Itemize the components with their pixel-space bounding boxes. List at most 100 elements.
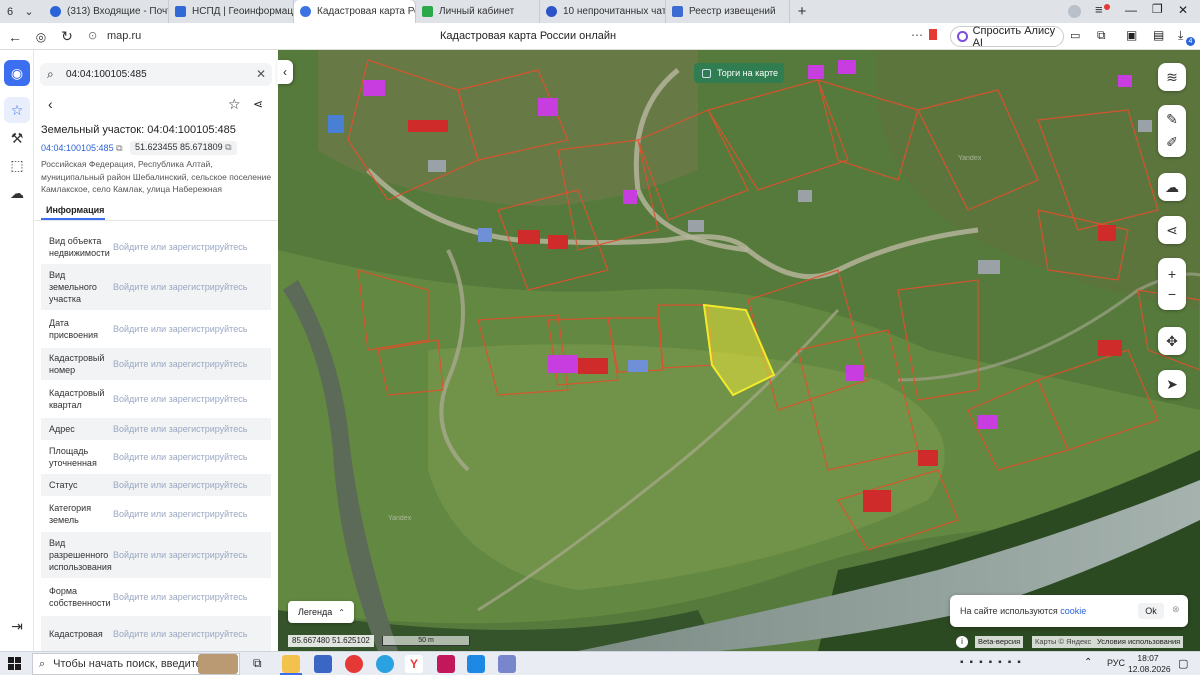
protect-icon[interactable]: ◎	[30, 23, 52, 50]
zoom-out-icon[interactable]: −	[1168, 286, 1176, 302]
login-link[interactable]: Войдите или зарегистрируйтесь	[113, 509, 247, 519]
login-link[interactable]: Войдите или зарегистрируйтесь	[113, 480, 247, 490]
tools-icon[interactable]: ⚒	[4, 125, 30, 151]
word-icon[interactable]	[314, 655, 332, 673]
legend-button[interactable]: Легенда ⌃	[288, 601, 354, 623]
logo-icon[interactable]: ◉	[4, 60, 30, 86]
map-canvas[interactable]: Yandex Yandex Торги на карте ≋ ✎ ✐ ☁ ⋖ +…	[278, 50, 1200, 651]
chats-favicon-icon	[546, 6, 557, 17]
yandex-browser-icon[interactable]	[345, 655, 363, 673]
cloud-icon[interactable]: ☁	[4, 180, 30, 206]
tab-cadastral-map[interactable]: Кадастровая карта Ро ✕	[294, 0, 416, 23]
search-input[interactable]: 04:04:100105:485	[66, 69, 147, 80]
tab-chats[interactable]: 10 непрочитанных чатов	[540, 0, 666, 23]
yandex-icon[interactable]: Y	[405, 655, 423, 673]
cad-number-link[interactable]: 04:04:100105:485 ⧉	[41, 143, 123, 154]
ruler-icon[interactable]: ✎	[1166, 111, 1178, 128]
satellite-map[interactable]: Yandex Yandex	[278, 50, 1200, 651]
url-text[interactable]: map.ru	[107, 30, 141, 42]
clock[interactable]: 18:07 12.08.2026	[1128, 653, 1171, 675]
login-link[interactable]: Войдите или зарегистрируйтесь	[113, 629, 247, 639]
new-tab-icon[interactable]: +	[790, 0, 814, 23]
share-icon[interactable]: ⋖	[253, 97, 263, 111]
auctions-checkbox[interactable]	[702, 68, 711, 78]
close-window-icon[interactable]: ✕	[1178, 3, 1188, 17]
edge-icon[interactable]	[376, 655, 394, 673]
upload-cloud-icon[interactable]: ☁	[1158, 173, 1186, 201]
notifications-icon[interactable]: ▢	[1178, 657, 1188, 670]
more-dots-icon[interactable]: ⋯	[911, 28, 923, 42]
pan-icon[interactable]: ✥	[1158, 327, 1186, 355]
login-link[interactable]: Войдите или зарегистрируйтесь	[113, 324, 247, 334]
login-link[interactable]: Войдите или зарегистрируйтесь	[113, 359, 247, 369]
login-link[interactable]: Войдите или зарегистрируйтесь	[113, 282, 247, 292]
address-bar: ← ◎ ↻ ⊙ map.ru Кадастровая карта России …	[0, 23, 1200, 50]
coords-chip[interactable]: 51.623455 85.671809 ⧉	[130, 141, 237, 155]
info-key: Статус	[49, 480, 78, 490]
tab-cabinet[interactable]: Личный кабинет	[416, 0, 540, 23]
tab-list-chevron-icon[interactable]: ⌄	[20, 0, 38, 23]
favorite-star-icon[interactable]: ☆	[228, 96, 241, 113]
tab-label: Кадастровая карта Ро	[317, 6, 416, 17]
minimize-icon[interactable]: —	[1125, 3, 1137, 17]
app-icon[interactable]	[437, 655, 455, 673]
favorites-star-icon[interactable]: ☆	[4, 97, 30, 123]
login-icon[interactable]: ⇥	[4, 613, 30, 639]
terms-link[interactable]: Условия использования	[1094, 636, 1184, 648]
login-link[interactable]: Войдите или зарегистрируйтесь	[113, 424, 247, 434]
map-watermark: Yandex	[388, 515, 412, 522]
app-icon[interactable]	[467, 655, 485, 673]
info-panel: ⌕ 04:04:100105:485 ✕ ‹ ☆ ⋖ Земельный уча…	[34, 50, 278, 651]
select-area-icon[interactable]: ⬚	[4, 152, 30, 178]
tab-information[interactable]: Информация	[46, 205, 104, 215]
file-explorer-icon[interactable]	[282, 655, 300, 673]
search-box[interactable]: ⌕ 04:04:100105:485 ✕	[40, 63, 272, 86]
clock-date: 12.08.2026	[1128, 664, 1171, 674]
windows-start-icon[interactable]	[8, 657, 21, 670]
info-key: Кадастровый квартал	[49, 388, 105, 410]
language-indicator[interactable]: РУС	[1107, 658, 1125, 668]
cookie-ok-button[interactable]: Ok	[1138, 603, 1164, 619]
network-icon[interactable]: ⌃	[1084, 657, 1092, 668]
login-link[interactable]: Войдите или зарегистрируйтесь	[113, 592, 247, 602]
cookie-link[interactable]: cookie	[1060, 606, 1086, 616]
tab-mail[interactable]: (313) Входящие - Почта М	[44, 0, 169, 23]
translate-icon[interactable]: ▤	[1153, 28, 1164, 42]
clear-search-icon[interactable]: ✕	[256, 67, 266, 81]
reading-icon[interactable]: ▭	[1070, 29, 1080, 42]
download-icon[interactable]: ⤓	[1178, 28, 1183, 43]
back-chevron-icon[interactable]: ‹	[48, 96, 53, 112]
bookmark-icon[interactable]	[929, 29, 937, 40]
edit-icon[interactable]: ✐	[1166, 134, 1178, 151]
extensions-icon[interactable]: ⧉	[1097, 28, 1106, 43]
geolocation-icon[interactable]: ➤	[1158, 370, 1186, 398]
reload-icon[interactable]: ↻	[56, 23, 78, 50]
layers-icon[interactable]: ≋	[1158, 63, 1186, 91]
info-key: Форма собственности	[49, 586, 111, 608]
collections-icon[interactable]: ▣	[1126, 28, 1137, 42]
login-link[interactable]: Войдите или зарегистрируйтесь	[113, 452, 247, 462]
share-map-icon[interactable]: ⋖	[1158, 216, 1186, 244]
back-arrow-icon[interactable]: ←	[4, 23, 26, 50]
copy-icon[interactable]: ⧉	[116, 143, 122, 153]
login-link[interactable]: Войдите или зарегистрируйтесь	[113, 242, 247, 252]
task-view-icon[interactable]: ⧉	[253, 656, 262, 671]
profile-avatar-icon[interactable]	[1068, 5, 1081, 18]
ask-alice-button[interactable]: Спросить Алису AI	[950, 25, 1064, 49]
auctions-toggle[interactable]: Торги на карте	[694, 63, 784, 83]
bell-icon[interactable]: ≡	[1095, 2, 1103, 17]
cookie-close-icon[interactable]: ⊗	[1172, 604, 1180, 615]
login-link[interactable]: Войдите или зарегистрируйтесь	[113, 550, 247, 560]
info-icon[interactable]: i	[956, 636, 968, 648]
maximize-icon[interactable]: ❐	[1152, 2, 1163, 16]
zoom-in-icon[interactable]: +	[1168, 266, 1176, 282]
tab-counter[interactable]: 6	[0, 0, 20, 23]
login-link[interactable]: Войдите или зарегистрируйтесь	[113, 394, 247, 404]
tab-nspd[interactable]: НСПД | Геоинформацио	[169, 0, 294, 23]
copy-coords-icon[interactable]: ⧉	[225, 142, 231, 152]
system-tray-icons[interactable]: ▪▪▪▪▪▪▪	[960, 657, 1027, 668]
app-icon[interactable]	[498, 655, 516, 673]
beta-label[interactable]: Beta-версия	[975, 636, 1024, 648]
tab-registry[interactable]: Реестр извещений	[666, 0, 790, 23]
collapse-panel-button[interactable]: ‹	[277, 60, 293, 84]
